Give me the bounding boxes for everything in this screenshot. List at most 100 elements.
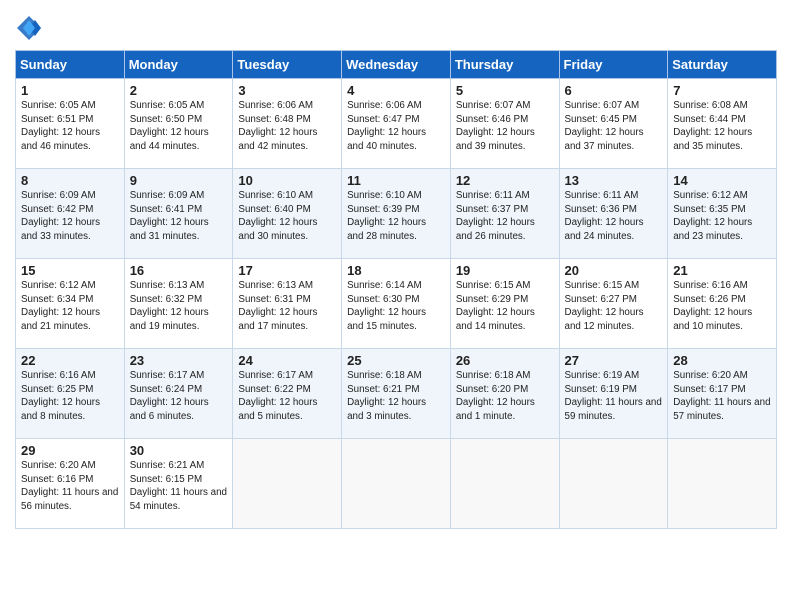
day-info: Sunrise: 6:16 AM Sunset: 6:25 PM Dayligh…: [21, 369, 119, 424]
weekday-header-sunday: Sunday: [16, 51, 125, 79]
calendar-cell: 8 Sunrise: 6:09 AM Sunset: 6:42 PM Dayli…: [16, 169, 125, 259]
calendar-cell: 6 Sunrise: 6:07 AM Sunset: 6:45 PM Dayli…: [559, 79, 668, 169]
day-info: Sunrise: 6:09 AM Sunset: 6:41 PM Dayligh…: [130, 189, 228, 244]
day-info: Sunrise: 6:05 AM Sunset: 6:50 PM Dayligh…: [130, 99, 228, 154]
day-info: Sunrise: 6:07 AM Sunset: 6:45 PM Dayligh…: [565, 99, 663, 154]
day-number: 4: [347, 83, 445, 98]
weekday-header-wednesday: Wednesday: [342, 51, 451, 79]
day-info: Sunrise: 6:06 AM Sunset: 6:47 PM Dayligh…: [347, 99, 445, 154]
calendar-cell: 13 Sunrise: 6:11 AM Sunset: 6:36 PM Dayl…: [559, 169, 668, 259]
day-info: Sunrise: 6:15 AM Sunset: 6:29 PM Dayligh…: [456, 279, 554, 334]
day-number: 18: [347, 263, 445, 278]
day-info: Sunrise: 6:12 AM Sunset: 6:34 PM Dayligh…: [21, 279, 119, 334]
calendar-cell: 11 Sunrise: 6:10 AM Sunset: 6:39 PM Dayl…: [342, 169, 451, 259]
day-number: 5: [456, 83, 554, 98]
day-info: Sunrise: 6:10 AM Sunset: 6:40 PM Dayligh…: [238, 189, 336, 244]
day-number: 13: [565, 173, 663, 188]
calendar-cell: 5 Sunrise: 6:07 AM Sunset: 6:46 PM Dayli…: [450, 79, 559, 169]
day-number: 9: [130, 173, 228, 188]
day-number: 17: [238, 263, 336, 278]
day-info: Sunrise: 6:05 AM Sunset: 6:51 PM Dayligh…: [21, 99, 119, 154]
day-number: 24: [238, 353, 336, 368]
calendar-cell: 4 Sunrise: 6:06 AM Sunset: 6:47 PM Dayli…: [342, 79, 451, 169]
day-info: Sunrise: 6:13 AM Sunset: 6:32 PM Dayligh…: [130, 279, 228, 334]
day-info: Sunrise: 6:08 AM Sunset: 6:44 PM Dayligh…: [673, 99, 771, 154]
day-info: Sunrise: 6:17 AM Sunset: 6:24 PM Dayligh…: [130, 369, 228, 424]
calendar-week-2: 8 Sunrise: 6:09 AM Sunset: 6:42 PM Dayli…: [16, 169, 777, 259]
calendar-week-1: 1 Sunrise: 6:05 AM Sunset: 6:51 PM Dayli…: [16, 79, 777, 169]
day-info: Sunrise: 6:20 AM Sunset: 6:17 PM Dayligh…: [673, 369, 771, 424]
day-number: 6: [565, 83, 663, 98]
calendar-cell: 1 Sunrise: 6:05 AM Sunset: 6:51 PM Dayli…: [16, 79, 125, 169]
calendar-cell: 25 Sunrise: 6:18 AM Sunset: 6:21 PM Dayl…: [342, 349, 451, 439]
calendar-cell: [668, 439, 777, 529]
logo: [15, 14, 47, 42]
day-info: Sunrise: 6:21 AM Sunset: 6:15 PM Dayligh…: [130, 459, 228, 514]
weekday-header-monday: Monday: [124, 51, 233, 79]
day-info: Sunrise: 6:18 AM Sunset: 6:21 PM Dayligh…: [347, 369, 445, 424]
day-number: 19: [456, 263, 554, 278]
calendar-cell: 7 Sunrise: 6:08 AM Sunset: 6:44 PM Dayli…: [668, 79, 777, 169]
day-number: 27: [565, 353, 663, 368]
calendar-week-4: 22 Sunrise: 6:16 AM Sunset: 6:25 PM Dayl…: [16, 349, 777, 439]
day-info: Sunrise: 6:11 AM Sunset: 6:37 PM Dayligh…: [456, 189, 554, 244]
day-number: 12: [456, 173, 554, 188]
weekday-row: SundayMondayTuesdayWednesdayThursdayFrid…: [16, 51, 777, 79]
calendar-header: SundayMondayTuesdayWednesdayThursdayFrid…: [16, 51, 777, 79]
weekday-header-thursday: Thursday: [450, 51, 559, 79]
calendar-cell: [233, 439, 342, 529]
day-info: Sunrise: 6:06 AM Sunset: 6:48 PM Dayligh…: [238, 99, 336, 154]
day-number: 2: [130, 83, 228, 98]
day-number: 25: [347, 353, 445, 368]
calendar-cell: 15 Sunrise: 6:12 AM Sunset: 6:34 PM Dayl…: [16, 259, 125, 349]
calendar-cell: 16 Sunrise: 6:13 AM Sunset: 6:32 PM Dayl…: [124, 259, 233, 349]
calendar-cell: [559, 439, 668, 529]
day-info: Sunrise: 6:14 AM Sunset: 6:30 PM Dayligh…: [347, 279, 445, 334]
day-number: 7: [673, 83, 771, 98]
day-number: 10: [238, 173, 336, 188]
day-info: Sunrise: 6:12 AM Sunset: 6:35 PM Dayligh…: [673, 189, 771, 244]
weekday-header-tuesday: Tuesday: [233, 51, 342, 79]
calendar-cell: 3 Sunrise: 6:06 AM Sunset: 6:48 PM Dayli…: [233, 79, 342, 169]
calendar-cell: 17 Sunrise: 6:13 AM Sunset: 6:31 PM Dayl…: [233, 259, 342, 349]
calendar-cell: 20 Sunrise: 6:15 AM Sunset: 6:27 PM Dayl…: [559, 259, 668, 349]
calendar-cell: 12 Sunrise: 6:11 AM Sunset: 6:37 PM Dayl…: [450, 169, 559, 259]
weekday-header-friday: Friday: [559, 51, 668, 79]
calendar-cell: 24 Sunrise: 6:17 AM Sunset: 6:22 PM Dayl…: [233, 349, 342, 439]
day-number: 30: [130, 443, 228, 458]
day-number: 21: [673, 263, 771, 278]
day-info: Sunrise: 6:07 AM Sunset: 6:46 PM Dayligh…: [456, 99, 554, 154]
calendar-cell: 21 Sunrise: 6:16 AM Sunset: 6:26 PM Dayl…: [668, 259, 777, 349]
calendar-cell: [450, 439, 559, 529]
day-number: 1: [21, 83, 119, 98]
weekday-header-saturday: Saturday: [668, 51, 777, 79]
day-number: 8: [21, 173, 119, 188]
calendar-page: SundayMondayTuesdayWednesdayThursdayFrid…: [0, 0, 792, 544]
day-number: 23: [130, 353, 228, 368]
day-number: 3: [238, 83, 336, 98]
calendar-cell: 23 Sunrise: 6:17 AM Sunset: 6:24 PM Dayl…: [124, 349, 233, 439]
calendar-cell: 26 Sunrise: 6:18 AM Sunset: 6:20 PM Dayl…: [450, 349, 559, 439]
calendar-cell: 2 Sunrise: 6:05 AM Sunset: 6:50 PM Dayli…: [124, 79, 233, 169]
calendar-cell: 27 Sunrise: 6:19 AM Sunset: 6:19 PM Dayl…: [559, 349, 668, 439]
header: [15, 10, 777, 42]
day-number: 28: [673, 353, 771, 368]
calendar-cell: 22 Sunrise: 6:16 AM Sunset: 6:25 PM Dayl…: [16, 349, 125, 439]
calendar-table: SundayMondayTuesdayWednesdayThursdayFrid…: [15, 50, 777, 529]
day-info: Sunrise: 6:16 AM Sunset: 6:26 PM Dayligh…: [673, 279, 771, 334]
calendar-cell: 18 Sunrise: 6:14 AM Sunset: 6:30 PM Dayl…: [342, 259, 451, 349]
day-info: Sunrise: 6:11 AM Sunset: 6:36 PM Dayligh…: [565, 189, 663, 244]
calendar-week-3: 15 Sunrise: 6:12 AM Sunset: 6:34 PM Dayl…: [16, 259, 777, 349]
calendar-week-5: 29 Sunrise: 6:20 AM Sunset: 6:16 PM Dayl…: [16, 439, 777, 529]
day-info: Sunrise: 6:13 AM Sunset: 6:31 PM Dayligh…: [238, 279, 336, 334]
calendar-body: 1 Sunrise: 6:05 AM Sunset: 6:51 PM Dayli…: [16, 79, 777, 529]
day-number: 22: [21, 353, 119, 368]
day-number: 26: [456, 353, 554, 368]
day-number: 20: [565, 263, 663, 278]
calendar-cell: 14 Sunrise: 6:12 AM Sunset: 6:35 PM Dayl…: [668, 169, 777, 259]
day-info: Sunrise: 6:09 AM Sunset: 6:42 PM Dayligh…: [21, 189, 119, 244]
calendar-cell: 9 Sunrise: 6:09 AM Sunset: 6:41 PM Dayli…: [124, 169, 233, 259]
day-info: Sunrise: 6:10 AM Sunset: 6:39 PM Dayligh…: [347, 189, 445, 244]
day-info: Sunrise: 6:15 AM Sunset: 6:27 PM Dayligh…: [565, 279, 663, 334]
calendar-cell: 10 Sunrise: 6:10 AM Sunset: 6:40 PM Dayl…: [233, 169, 342, 259]
